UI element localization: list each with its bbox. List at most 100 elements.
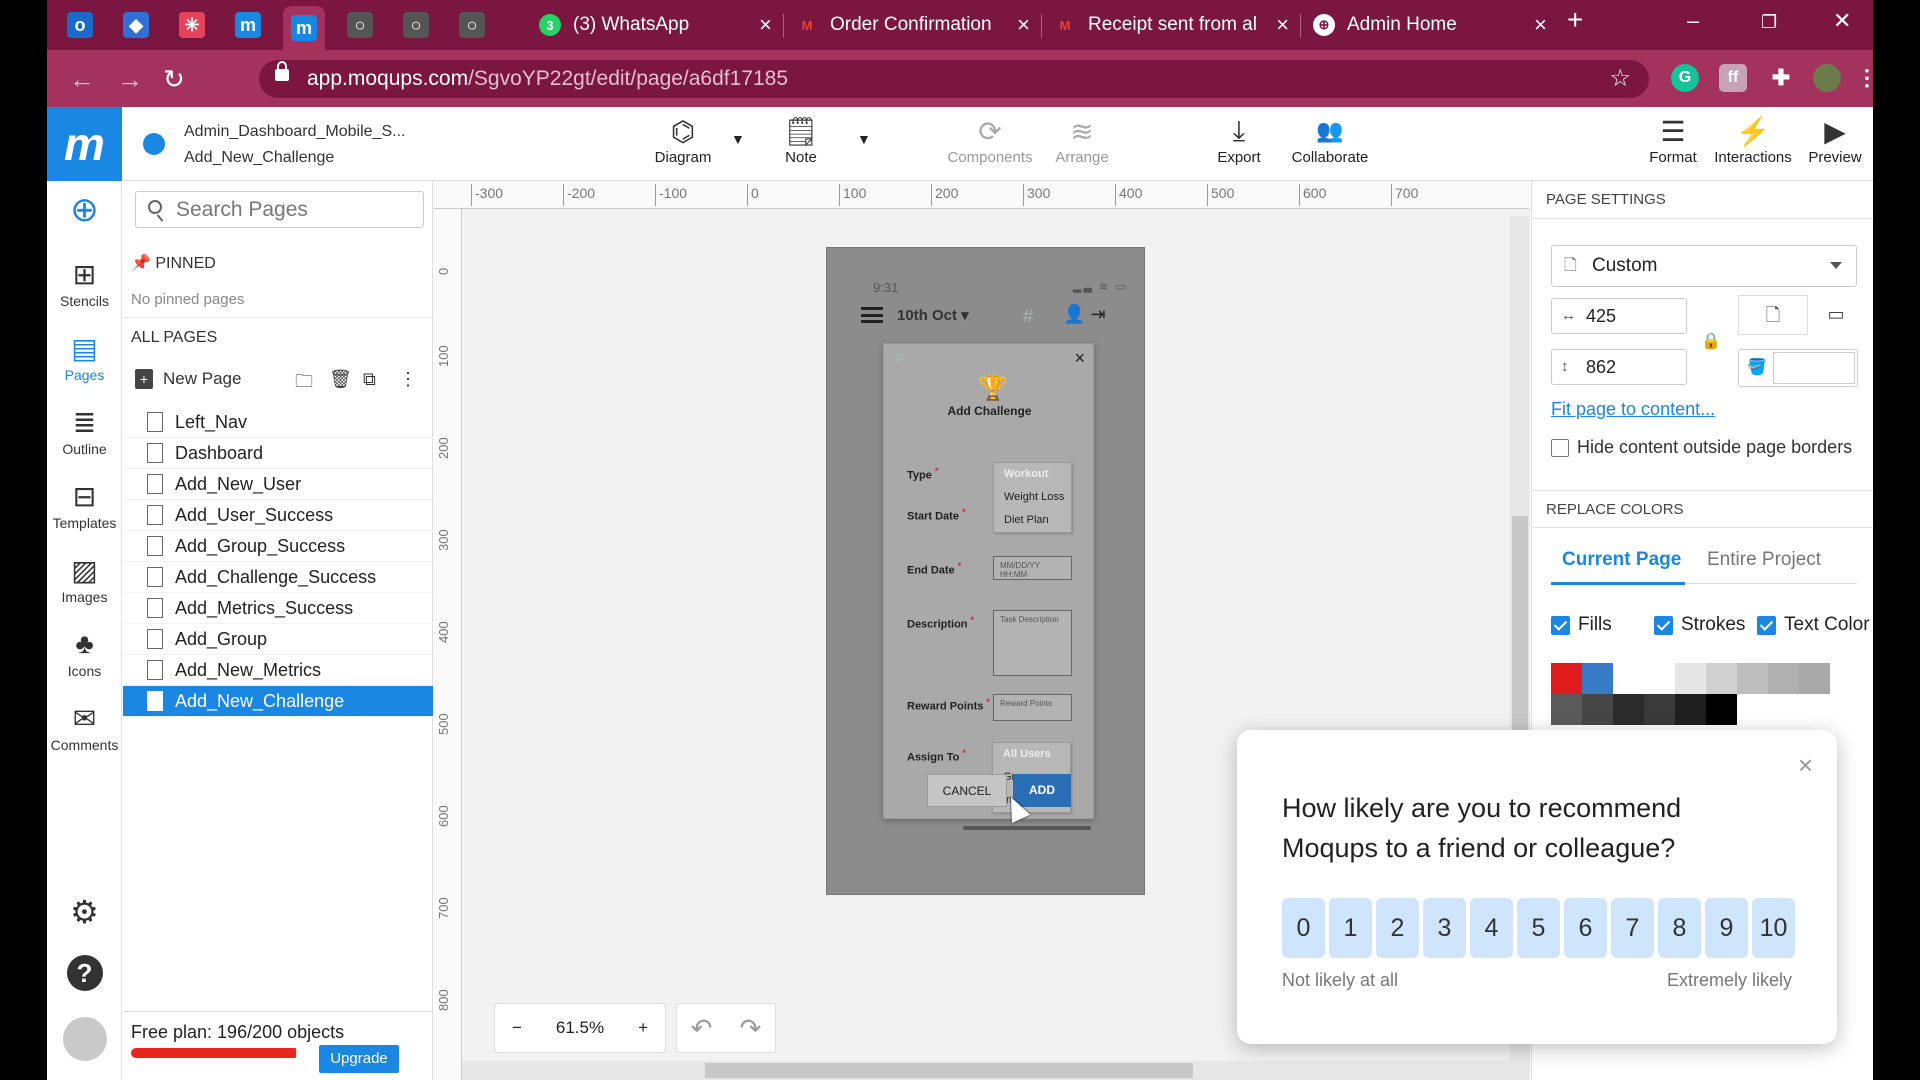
page-list-item[interactable]: Dashboard (123, 438, 433, 469)
pinned-tab[interactable]: ○ (395, 8, 437, 42)
rating-option[interactable]: 10 (1752, 898, 1795, 958)
rail-outline[interactable]: ≣ Outline (47, 407, 122, 458)
page-list-item[interactable]: Add_User_Success (123, 500, 433, 531)
rail-templates[interactable]: ⊟ Templates (47, 481, 122, 532)
strokes-checkbox[interactable]: Strokes (1654, 614, 1745, 636)
puzzle-icon[interactable]: ✚ (1767, 64, 1795, 92)
forward-icon[interactable]: → (117, 64, 143, 95)
new-folder-icon[interactable]: 🗀 (295, 369, 313, 399)
color-swatch[interactable] (1551, 694, 1582, 725)
scroll-thumb[interactable] (705, 1063, 1193, 1078)
reload-icon[interactable]: ↻ (163, 64, 185, 95)
page-list-item[interactable]: Left_Nav (123, 407, 433, 438)
rating-option[interactable]: 7 (1611, 898, 1654, 958)
tab-order-confirmation[interactable]: M Order Confirmation × (784, 6, 1040, 44)
page-list-item[interactable]: Add_Metrics_Success (123, 593, 433, 624)
color-swatch[interactable] (1644, 663, 1675, 694)
page-list-item[interactable]: Add_Group_Success (123, 531, 433, 562)
color-swatch[interactable] (1582, 663, 1613, 694)
redo-icon[interactable]: ↷ (740, 1013, 762, 1044)
close-tab-icon[interactable]: × (1276, 12, 1289, 38)
grammarly-icon[interactable]: G (1671, 64, 1699, 92)
collaborate-button[interactable]: 👥 Collaborate (1285, 113, 1375, 166)
globe-icon[interactable] (143, 133, 165, 155)
pinned-tab[interactable]: m (283, 6, 325, 50)
close-icon[interactable]: × (1798, 750, 1813, 781)
pinned-tab[interactable]: ◆ (115, 8, 157, 42)
page-list-item[interactable]: Add_New_Challenge (123, 686, 433, 717)
rail-comments[interactable]: ✉ Comments (47, 703, 122, 754)
zoom-level[interactable]: 61.5% (556, 1018, 604, 1038)
star-icon[interactable]: ☆ (1609, 64, 1631, 93)
rail-icons[interactable]: ♣ Icons (47, 628, 122, 679)
rating-option[interactable]: 9 (1705, 898, 1748, 958)
rating-option[interactable]: 2 (1376, 898, 1419, 958)
diagram-dropdown-icon[interactable]: ▼ (731, 131, 745, 147)
minimize-icon[interactable]: – (1687, 8, 1699, 34)
zoom-in-button[interactable]: + (638, 1018, 648, 1038)
new-page-button[interactable]: + New Page (135, 369, 241, 389)
help-button[interactable]: ? (47, 955, 122, 995)
profile-avatar[interactable] (1813, 64, 1841, 92)
tab-current-page[interactable]: Current Page (1562, 549, 1681, 571)
width-input[interactable]: ↔ 425 (1551, 298, 1687, 334)
tab-entire-project[interactable]: Entire Project (1707, 549, 1821, 571)
lock-icon[interactable]: 🔒 (1701, 331, 1721, 351)
duplicate-icon[interactable]: ⧉ (363, 369, 376, 390)
height-input[interactable]: ↕ 862 (1551, 349, 1687, 385)
pinned-tab[interactable]: ✳ (171, 8, 213, 42)
color-swatch[interactable] (1675, 663, 1706, 694)
background-color-picker[interactable]: 🪣 (1738, 349, 1858, 387)
url-field[interactable]: app.moqups.com/SgvoYP22gt/edit/page/a6df… (259, 60, 1649, 98)
rating-option[interactable]: 4 (1470, 898, 1513, 958)
rating-option[interactable]: 6 (1564, 898, 1607, 958)
preview-button[interactable]: ▶ Preview (1805, 113, 1865, 167)
pinned-tab[interactable]: ○ (451, 8, 493, 42)
rating-option[interactable]: 5 (1517, 898, 1560, 958)
new-tab-icon[interactable]: + (1567, 4, 1583, 36)
color-swatch[interactable] (1706, 694, 1737, 725)
color-swatch[interactable] (1737, 663, 1768, 694)
zoom-out-button[interactable]: − (512, 1018, 522, 1038)
color-swatch[interactable] (1613, 694, 1644, 725)
extension-icon[interactable]: ff (1719, 64, 1747, 92)
tab-admin-home[interactable]: ⊕ Admin Home × (1301, 6, 1557, 44)
rail-images[interactable]: ▨ Images (47, 555, 122, 606)
page-list-item[interactable]: Add_Group (123, 624, 433, 655)
color-swatch[interactable] (1613, 663, 1644, 694)
moqups-logo[interactable]: m (47, 107, 122, 181)
rating-option[interactable]: 1 (1329, 898, 1372, 958)
color-swatch[interactable] (1799, 663, 1830, 694)
user-avatar[interactable] (47, 1017, 122, 1065)
diagram-button[interactable]: ⌬ Diagram (643, 113, 723, 167)
color-swatch[interactable] (1582, 694, 1613, 725)
fit-page-link[interactable]: Fit page to content... (1551, 399, 1715, 420)
menu-dots-icon[interactable]: ⋮ (1853, 64, 1873, 92)
page-list-item[interactable]: Add_Challenge_Success (123, 562, 433, 593)
note-dropdown-icon[interactable]: ▼ (857, 131, 871, 147)
page-list-item[interactable]: Add_New_User (123, 469, 433, 500)
color-swatch[interactable] (1706, 663, 1737, 694)
project-breadcrumb[interactable]: Admin_Dashboard_Mobile_S... Add_New_Chal… (184, 119, 405, 171)
delete-icon[interactable]: 🗑 (329, 369, 352, 390)
color-swatch[interactable] (1675, 694, 1706, 725)
pinned-tab[interactable]: ○ (339, 8, 381, 42)
checkbox[interactable] (1551, 438, 1569, 457)
close-window-icon[interactable]: ✕ (1833, 8, 1851, 34)
more-icon[interactable]: ⋮ (399, 369, 417, 390)
checkbox[interactable] (1654, 615, 1673, 635)
page-list-item[interactable]: Add_New_Metrics (123, 655, 433, 686)
tab-receipt[interactable]: M Receipt sent from al × (1042, 6, 1299, 44)
back-icon[interactable]: ← (69, 64, 95, 95)
components-button[interactable]: ⟳ Components (945, 113, 1035, 167)
checkbox[interactable] (1757, 615, 1776, 635)
settings-button[interactable]: ⚙ (47, 894, 122, 931)
format-button[interactable]: ☰ Format (1643, 113, 1703, 167)
interactions-button[interactable]: ⚡ Interactions (1711, 113, 1795, 167)
export-button[interactable]: ⤓ Export (1209, 113, 1269, 167)
text-color-checkbox[interactable]: Text Color (1757, 614, 1870, 636)
rating-option[interactable]: 0 (1282, 898, 1325, 958)
note-button[interactable]: 🗒 Note (773, 113, 829, 167)
rail-stencils[interactable]: ⊞ Stencils (47, 259, 122, 310)
rating-option[interactable]: 8 (1658, 898, 1701, 958)
